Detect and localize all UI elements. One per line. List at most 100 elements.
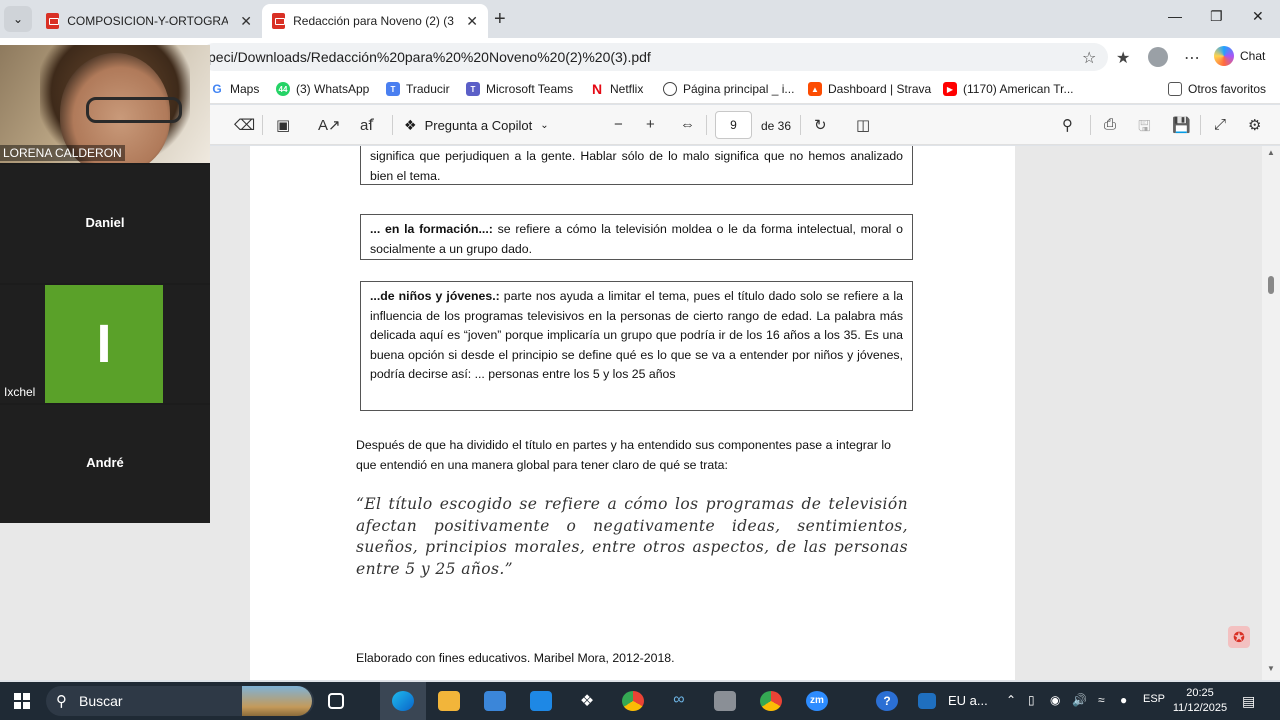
participant-tile-lorena[interactable]: LORENA CALDERON [0, 45, 210, 163]
save-icon[interactable]: 🖫 [1138, 116, 1151, 141]
strava-icon: ▲ [808, 82, 822, 96]
wifi-icon[interactable]: ≈ [1098, 693, 1105, 707]
windows-start-icon[interactable] [14, 693, 30, 709]
bookmark-label: (3) WhatsApp [296, 82, 370, 96]
bookmark-whatsapp[interactable]: 44 (3) WhatsApp [276, 82, 369, 96]
microphone-icon[interactable]: ● [1120, 693, 1127, 707]
language-indicator[interactable]: ESP [1143, 693, 1165, 705]
tab-title: COMPOSICION-Y-ORTOGRAFIA.pd [67, 14, 229, 28]
app-icon[interactable] [714, 691, 736, 711]
read-aloud-icon[interactable]: A↗ [318, 116, 341, 134]
video-call-panel: LORENA CALDERON Daniel I Ixchel André [0, 45, 210, 523]
definition-box-ninos: ...de niños y jóvenes.: parte nos ayuda … [360, 281, 913, 411]
page-view-icon[interactable]: ◫ [856, 116, 870, 134]
toolbar-divider [800, 115, 801, 135]
acrobat-icon[interactable]: ✪ [1228, 626, 1250, 648]
bookmark-strava[interactable]: ▲ Dashboard | Strava [808, 82, 931, 96]
minimize-button[interactable]: — [1168, 8, 1182, 24]
zoom-in-icon[interactable]: + [646, 116, 655, 133]
tab-composicion[interactable]: COMPOSICION-Y-ORTOGRAFIA.pd ✕ [36, 4, 262, 38]
fullscreen-icon[interactable]: ⤢ [1214, 116, 1226, 133]
favorites-icon[interactable]: ★ [1116, 48, 1130, 68]
dropbox-icon[interactable]: ❖ [576, 691, 598, 711]
file-explorer-icon[interactable] [438, 691, 460, 711]
eraser-icon[interactable]: ⌫ [234, 116, 255, 134]
tab-actions-menu-button[interactable]: ⌄ [4, 6, 32, 32]
taskbar-app-label[interactable]: EU a... [948, 693, 988, 708]
body-paragraph: Después de que ha dividido el título en … [356, 438, 891, 472]
favorite-star-icon[interactable]: ☆ [1082, 48, 1096, 68]
participant-tile-daniel[interactable]: Daniel [0, 165, 210, 283]
definition-box-1: significa que perjudiquen a la gente. Ha… [360, 146, 913, 185]
news-widget-icon[interactable] [918, 693, 936, 709]
bookmark-maps[interactable]: G Maps [210, 82, 259, 96]
battery-icon[interactable]: ▯ [1028, 693, 1035, 707]
fit-page-icon[interactable]: ⇔ [680, 116, 695, 133]
participant-name: Ixchel [4, 385, 36, 399]
bookmark-teams[interactable]: T Microsoft Teams [466, 82, 573, 96]
scrollbar-thumb[interactable] [1268, 276, 1274, 294]
meet-now-icon[interactable]: ◉ [1050, 693, 1060, 707]
notifications-icon[interactable]: ▤ [1242, 693, 1255, 710]
print-icon[interactable]: ⎙ [1104, 116, 1116, 133]
bookmark-youtube[interactable]: ▶ (1170) American Tr... [943, 82, 1074, 96]
search-placeholder: Buscar [79, 693, 123, 709]
more-options-icon[interactable]: ⋯ [1184, 48, 1200, 68]
close-icon[interactable]: ✕ [240, 13, 252, 30]
tab-redaccion[interactable]: Redacción para Noveno (2) (3).pdf ✕ [262, 4, 488, 38]
page-number-input[interactable]: 9 [715, 111, 752, 139]
copilot-chat-button[interactable]: Chat [1214, 46, 1265, 66]
bookmark-traducir[interactable]: T Traducir [386, 82, 450, 96]
mail-icon[interactable] [530, 691, 552, 711]
participant-tile-ixchel[interactable]: I Ixchel [0, 285, 210, 403]
profile-avatar[interactable] [1148, 47, 1168, 67]
zoom-icon[interactable]: zm [806, 691, 828, 711]
definition-box-formacion: ... en la formación...: se refiere a cóm… [360, 214, 913, 260]
bookmark-otros-favoritos[interactable]: Otros favoritos [1168, 82, 1266, 96]
volume-icon[interactable]: 🔊 [1072, 693, 1087, 707]
bookmark-label: (1170) American Tr... [963, 82, 1074, 96]
close-icon[interactable]: ✕ [466, 13, 478, 30]
text-box-icon[interactable]: ▣ [276, 116, 290, 134]
chrome-profile-icon[interactable] [760, 691, 782, 711]
save-as-icon[interactable]: 💾 [1172, 116, 1191, 134]
search-icon[interactable]: ⚲ [1062, 116, 1073, 134]
chevron-down-icon: ⌄ [540, 120, 549, 131]
folder-icon [1168, 82, 1182, 96]
restore-button[interactable]: ❐ [1210, 8, 1223, 25]
arduino-icon[interactable]: ∞ [668, 691, 690, 711]
scroll-down-icon[interactable]: ▼ [1267, 664, 1275, 673]
bookmark-label: Dashboard | Strava [828, 82, 932, 96]
globe-icon [663, 82, 677, 96]
teams-icon: T [466, 82, 480, 96]
ask-copilot-button[interactable]: ❖ Pregunta a Copilot ⌄ [404, 117, 549, 134]
windows-taskbar: ⚲ Buscar ❖ ∞ zm ? EU a... ⌃ ▯ ◉ 🔊 ≈ ● ES… [0, 682, 1280, 720]
new-tab-button[interactable]: + [494, 8, 506, 31]
url-input[interactable]: peci/Downloads/Redacción%20para%20%20Nov… [200, 43, 1108, 71]
taskbar-search[interactable]: ⚲ Buscar [46, 686, 314, 716]
chevron-up-icon[interactable]: ⌃ [1006, 693, 1016, 707]
gear-icon[interactable]: ⚙ [1248, 116, 1261, 134]
close-window-button[interactable]: ✕ [1252, 8, 1264, 25]
participant-tile-andre[interactable]: André [0, 405, 210, 523]
search-highlight-image [242, 686, 312, 716]
clock[interactable]: 20:25 11/12/2025 [1170, 686, 1230, 716]
toolbar-divider [1200, 115, 1201, 135]
vertical-scrollbar[interactable]: ▲ ▼ [1262, 146, 1280, 680]
toolbar-divider [1090, 115, 1091, 135]
translate-icon[interactable]: aẝ [360, 116, 374, 134]
edge-icon[interactable] [392, 691, 414, 711]
rotate-icon[interactable]: ↻ [814, 116, 827, 134]
help-icon[interactable]: ? [876, 691, 898, 711]
bookmark-pagina-principal[interactable]: Página principal _ i... [663, 82, 794, 96]
store-icon[interactable] [484, 691, 506, 711]
chrome-icon[interactable] [622, 691, 644, 711]
scroll-up-icon[interactable]: ▲ [1267, 148, 1275, 157]
clock-date: 11/12/2025 [1172, 702, 1228, 714]
translate-icon: T [386, 82, 400, 96]
bookmark-netflix[interactable]: N Netflix [590, 81, 643, 97]
zoom-out-icon[interactable]: − [614, 116, 623, 133]
page-total: de 36 [761, 119, 792, 133]
browser-tab-bar: ⌄ COMPOSICION-Y-ORTOGRAFIA.pd ✕ Redacció… [0, 0, 1280, 38]
task-view-icon[interactable] [328, 693, 344, 709]
